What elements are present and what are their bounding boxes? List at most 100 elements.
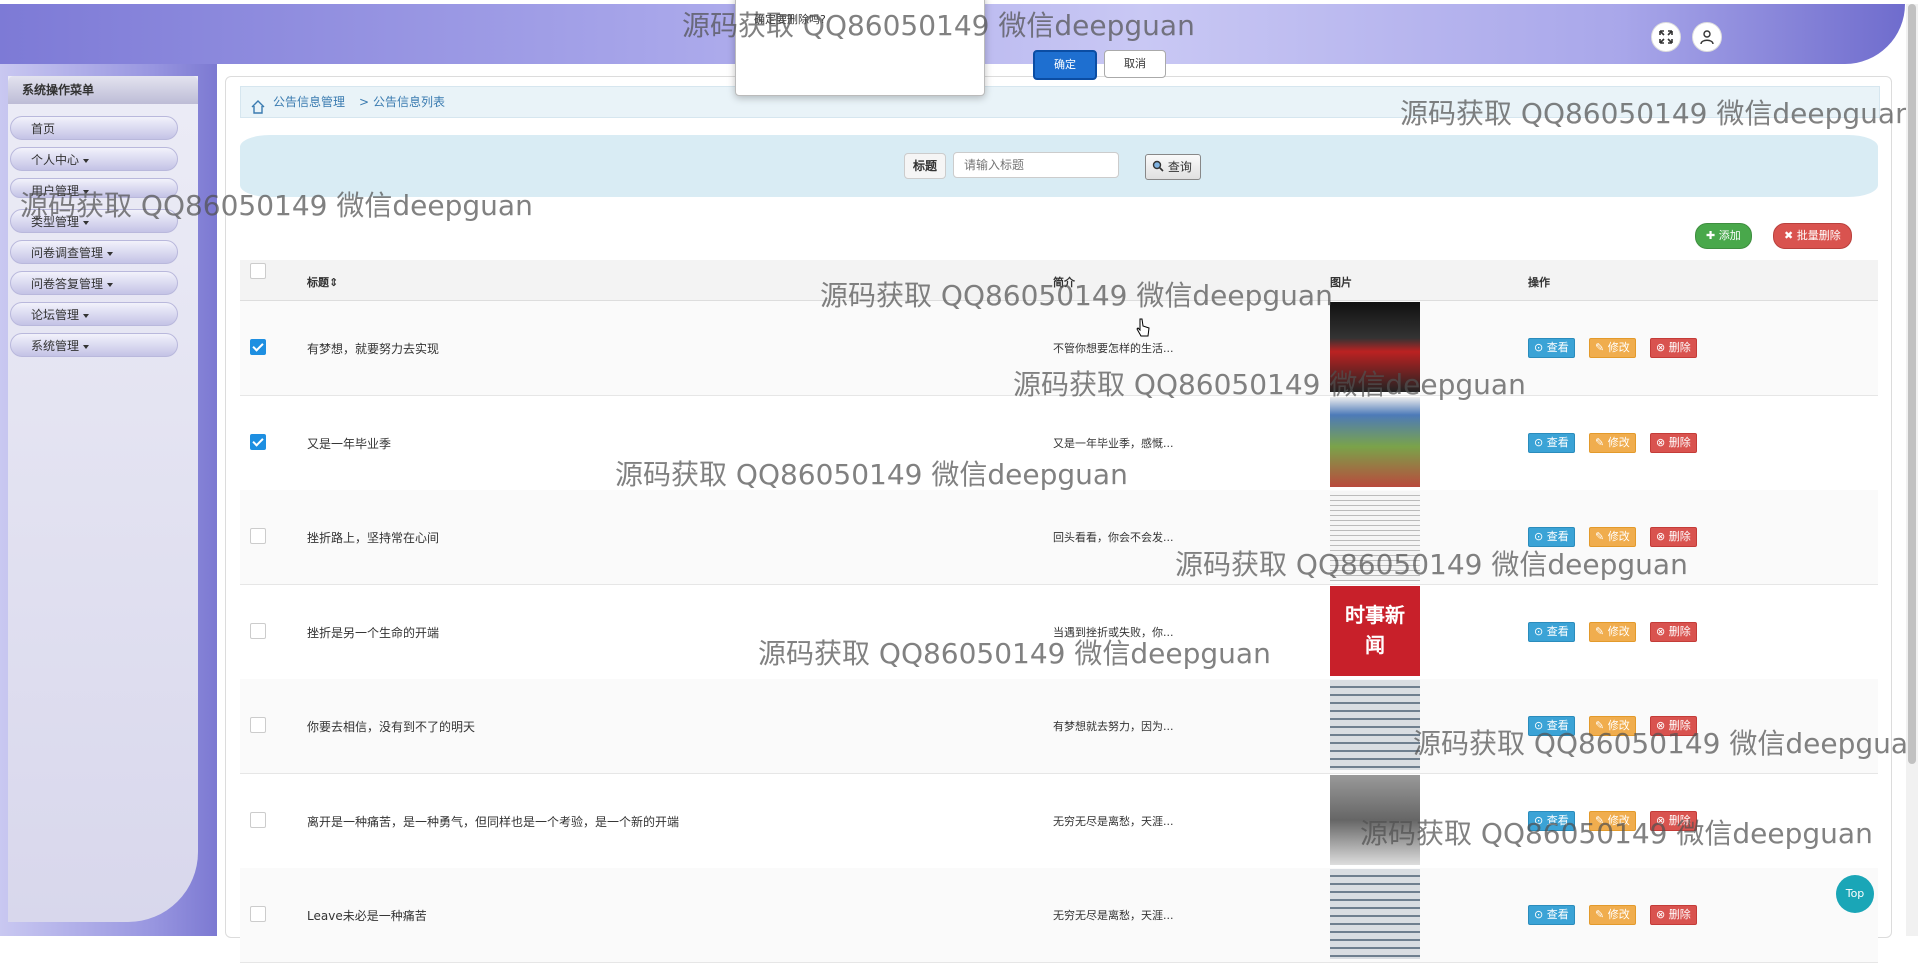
row-thumbnail[interactable] xyxy=(1330,774,1420,865)
query-button[interactable]: 查询 xyxy=(1145,154,1201,180)
row-intro: 回头看看，你会不会发... xyxy=(1053,531,1174,544)
view-button-label: 查看 xyxy=(1546,624,1569,638)
caret-down-icon xyxy=(83,158,90,163)
sidebar-item-survey-reply-management[interactable]: 问卷答复管理 xyxy=(10,271,178,295)
dialog-ok-button[interactable]: 确定 xyxy=(1033,50,1097,80)
row-intro: 无穷无尽是离愁，天涯... xyxy=(1053,909,1174,922)
select-all-checkbox[interactable] xyxy=(250,263,266,279)
sidebar-item-label: 个人中心 xyxy=(31,153,80,167)
title-search-input[interactable] xyxy=(953,152,1119,178)
row-thumbnail[interactable] xyxy=(1330,680,1420,770)
row-thumbnail[interactable]: 时事新闻 xyxy=(1330,585,1420,676)
breadcrumb-separator: > xyxy=(359,95,370,109)
view-button[interactable]: ⊙ 查看 xyxy=(1528,905,1575,925)
delete-button[interactable]: ⊗ 删除 xyxy=(1650,716,1697,736)
caret-down-icon xyxy=(83,220,90,225)
view-button[interactable]: ⊙ 查看 xyxy=(1528,432,1575,453)
sidebar-item-home[interactable]: 首页 xyxy=(10,116,178,140)
row-title: 离开是一种痛苦，是一种勇气，但同样也是一个考验，是一个新的开端 xyxy=(307,814,680,829)
sidebar-item-label: 问卷调查管理 xyxy=(31,246,104,260)
table-header: 标题⇕ 简介 图片 操作 xyxy=(240,260,1878,301)
row-checkbox[interactable] xyxy=(250,622,266,639)
row-checkbox[interactable] xyxy=(250,717,266,733)
row-intro: 当遇到挫折或失败，你... xyxy=(1053,625,1174,639)
query-button-label: 查询 xyxy=(1167,160,1192,174)
table-row: 你要去相信，没有到不了的明天 有梦想就去努力，因为... ⊙ 查看 ✎ 修改 ⊗ 删除 xyxy=(240,679,1878,774)
delete-button[interactable]: ⊗ 删除 xyxy=(1650,432,1697,453)
sidebar-item-system-management[interactable]: 系统管理 xyxy=(10,333,178,357)
edit-button[interactable]: ✎ 修改 xyxy=(1589,527,1636,547)
edit-button[interactable]: ✎ 修改 xyxy=(1589,621,1636,642)
edit-button-label: 修改 xyxy=(1607,813,1630,827)
column-header-title[interactable]: 标题⇕ xyxy=(307,274,338,290)
row-thumbnail[interactable] xyxy=(1330,396,1420,487)
plus-icon: ✚ xyxy=(1706,229,1719,242)
row-checkbox[interactable] xyxy=(250,339,266,355)
delete-button-label: 删除 xyxy=(1668,341,1691,354)
fullscreen-icon[interactable] xyxy=(1651,22,1681,52)
sidebar-item-forum-management[interactable]: 论坛管理 xyxy=(10,302,178,326)
edit-button[interactable]: ✎ 修改 xyxy=(1589,905,1636,925)
sidebar-item-user-management[interactable]: 用户管理 xyxy=(10,178,178,198)
breadcrumb-level1[interactable]: 公告信息管理 xyxy=(273,87,345,117)
breadcrumb-level2: 公告信息列表 xyxy=(373,95,446,109)
sidebar-item-label: 问卷答复管理 xyxy=(31,277,104,291)
edit-button-label: 修改 xyxy=(1607,719,1630,732)
dialog-cancel-button[interactable]: 取消 xyxy=(1104,50,1166,78)
delete-button-label: 删除 xyxy=(1668,908,1691,921)
table-row: 又是一年毕业季 又是一年毕业季，感慨... ⊙ 查看 ✎ 修改 ⊗ 删除 xyxy=(240,396,1878,491)
sidebar-item-label: 用户管理 xyxy=(31,184,80,198)
delete-button[interactable]: ⊗ 删除 xyxy=(1650,621,1697,642)
sidebar-item-survey-management[interactable]: 问卷调查管理 xyxy=(10,240,178,264)
scrollbar-thumb[interactable] xyxy=(1908,4,1916,764)
batch-delete-button[interactable]: ✖ 批量删除 xyxy=(1773,223,1852,249)
delete-button[interactable]: ⊗ 删除 xyxy=(1650,905,1697,925)
delete-button[interactable]: ⊗ 删除 xyxy=(1650,338,1697,358)
sort-icon: ⇕ xyxy=(329,276,339,289)
add-button[interactable]: ✚ 添加 xyxy=(1695,223,1752,249)
caret-down-icon xyxy=(107,282,114,287)
row-title: Leave未必是一种痛苦 xyxy=(307,909,427,923)
search-icon: ⊙ xyxy=(1534,530,1547,543)
delete-icon: ⊗ xyxy=(1656,530,1669,543)
row-checkbox[interactable] xyxy=(250,811,266,828)
edit-button[interactable]: ✎ 修改 xyxy=(1589,338,1636,358)
delete-icon: ⊗ xyxy=(1656,719,1669,732)
delete-icon: ⊗ xyxy=(1656,813,1669,827)
home-icon[interactable] xyxy=(251,95,265,125)
edit-button[interactable]: ✎ 修改 xyxy=(1589,716,1636,736)
row-thumbnail[interactable] xyxy=(1330,491,1420,581)
row-intro: 无穷无尽是离愁，天涯... xyxy=(1053,814,1174,828)
search-icon: ⊙ xyxy=(1534,341,1547,354)
delete-button-label: 删除 xyxy=(1668,624,1691,638)
sidebar-item-label: 系统管理 xyxy=(31,339,80,353)
sidebar-item-label: 首页 xyxy=(31,122,56,136)
row-checkbox[interactable] xyxy=(250,433,266,450)
back-to-top-button[interactable]: Top xyxy=(1836,875,1874,913)
row-title: 挫折路上，坚持常在心间 xyxy=(307,531,440,545)
sidebar-item-personal-center[interactable]: 个人中心 xyxy=(10,147,178,171)
column-header-image: 图片 xyxy=(1330,276,1352,289)
search-icon: ⊙ xyxy=(1534,624,1547,638)
row-thumbnail[interactable] xyxy=(1330,302,1420,392)
delete-button-label: 删除 xyxy=(1668,530,1691,543)
delete-button[interactable]: ⊗ 删除 xyxy=(1650,810,1697,831)
view-button[interactable]: ⊙ 查看 xyxy=(1528,621,1575,642)
delete-button[interactable]: ⊗ 删除 xyxy=(1650,527,1697,547)
delete-icon: ⊗ xyxy=(1656,341,1669,354)
view-button[interactable]: ⊙ 查看 xyxy=(1528,716,1575,736)
view-button[interactable]: ⊙ 查看 xyxy=(1528,527,1575,547)
row-checkbox[interactable] xyxy=(250,528,266,544)
sidebar-item-type-management[interactable]: 类型管理 xyxy=(10,209,178,233)
row-thumbnail[interactable] xyxy=(1330,869,1420,959)
row-intro: 有梦想就去努力，因为... xyxy=(1053,720,1174,733)
row-intro: 不管你想要怎样的生活... xyxy=(1053,342,1174,355)
edit-button[interactable]: ✎ 修改 xyxy=(1589,432,1636,453)
search-icon: ⊙ xyxy=(1534,719,1547,732)
view-button[interactable]: ⊙ 查看 xyxy=(1528,810,1575,831)
delete-button-label: 删除 xyxy=(1668,435,1691,449)
edit-button[interactable]: ✎ 修改 xyxy=(1589,810,1636,831)
user-icon[interactable] xyxy=(1692,22,1722,52)
view-button[interactable]: ⊙ 查看 xyxy=(1528,338,1575,358)
row-checkbox[interactable] xyxy=(250,906,266,922)
